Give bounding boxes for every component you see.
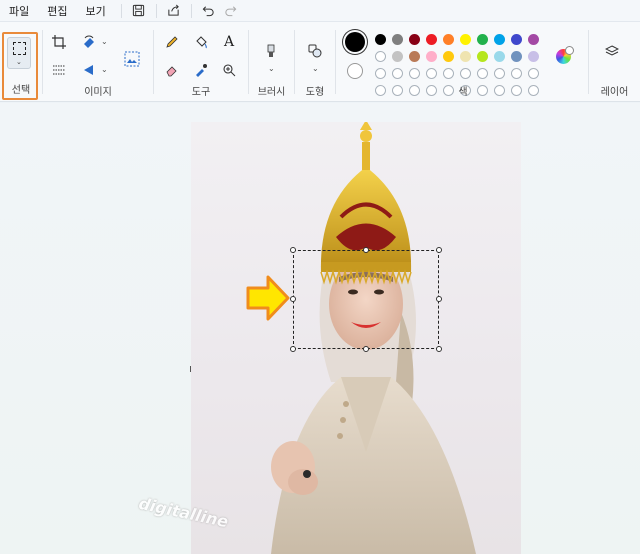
color-swatch[interactable] [392, 68, 403, 79]
color-swatch[interactable] [443, 34, 454, 45]
selection-handle[interactable] [290, 296, 296, 302]
selection-handle[interactable] [290, 247, 296, 253]
color-swatch[interactable] [409, 51, 420, 62]
secondary-color-swatch[interactable] [347, 63, 363, 79]
color-swatch[interactable] [528, 34, 539, 45]
color-swatch[interactable] [494, 51, 505, 62]
selection-handle[interactable] [436, 346, 442, 352]
canvas-resize-handle[interactable] [190, 366, 191, 372]
undo-icon[interactable] [198, 0, 220, 22]
color-swatch[interactable] [494, 34, 505, 45]
redo-icon[interactable] [220, 0, 242, 22]
menu-divider [120, 3, 122, 18]
color-swatch[interactable] [443, 51, 454, 62]
menu-divider [155, 3, 157, 18]
selection-handle[interactable] [363, 247, 369, 253]
selection-handle[interactable] [436, 247, 442, 253]
color-swatch[interactable] [392, 34, 403, 45]
color-swatch[interactable] [426, 68, 437, 79]
selection-handle[interactable] [290, 346, 296, 352]
layers-group-label: 레이어 [600, 87, 629, 98]
color-swatch[interactable] [392, 51, 403, 62]
ribbon: ⌄ 선택 ⌄ ⌄ 이미지 A 도구 ⌄ 브러시 ⌄ 도형 색 레이어 [0, 22, 640, 102]
menu-file[interactable]: 파일 [0, 3, 38, 19]
color-swatch[interactable] [409, 34, 420, 45]
color-swatch[interactable] [375, 34, 386, 45]
color-swatch[interactable] [426, 34, 437, 45]
primary-color-swatch[interactable] [345, 32, 365, 52]
color-swatch[interactable] [443, 68, 454, 79]
color-swatch[interactable] [409, 68, 420, 79]
menu-edit[interactable]: 편집 [38, 3, 76, 19]
edit-colors-icon[interactable] [556, 46, 574, 64]
color-swatch[interactable] [528, 51, 539, 62]
color-swatch[interactable] [460, 34, 471, 45]
color-swatch[interactable] [460, 68, 471, 79]
color-swatch[interactable] [494, 68, 505, 79]
color-swatch[interactable] [375, 51, 386, 62]
menu-view[interactable]: 보기 [77, 3, 115, 19]
annotation-arrow-icon [246, 275, 290, 321]
color-swatch[interactable] [426, 51, 437, 62]
color-swatch[interactable] [477, 68, 488, 79]
color-swatch[interactable] [477, 34, 488, 45]
colors-group-label: 색 [458, 87, 468, 98]
color-swatch[interactable] [375, 68, 386, 79]
color-swatch[interactable] [528, 68, 539, 79]
layers-group: 레이어 [589, 22, 640, 102]
menu-bar: 파일 편집 보기 [0, 0, 640, 22]
menu-divider [190, 3, 192, 18]
layers-icon[interactable] [601, 40, 623, 62]
color-swatch[interactable] [511, 68, 522, 79]
color-swatch[interactable] [477, 51, 488, 62]
selection-handle[interactable] [436, 296, 442, 302]
selection-handle[interactable] [363, 346, 369, 352]
share-icon[interactable] [163, 0, 185, 22]
color-swatch[interactable] [460, 51, 471, 62]
save-icon[interactable] [128, 0, 150, 22]
colors-group: 색 [0, 22, 590, 102]
color-swatch[interactable] [511, 51, 522, 62]
rectangle-selection[interactable] [290, 247, 442, 352]
color-swatch[interactable] [511, 34, 522, 45]
